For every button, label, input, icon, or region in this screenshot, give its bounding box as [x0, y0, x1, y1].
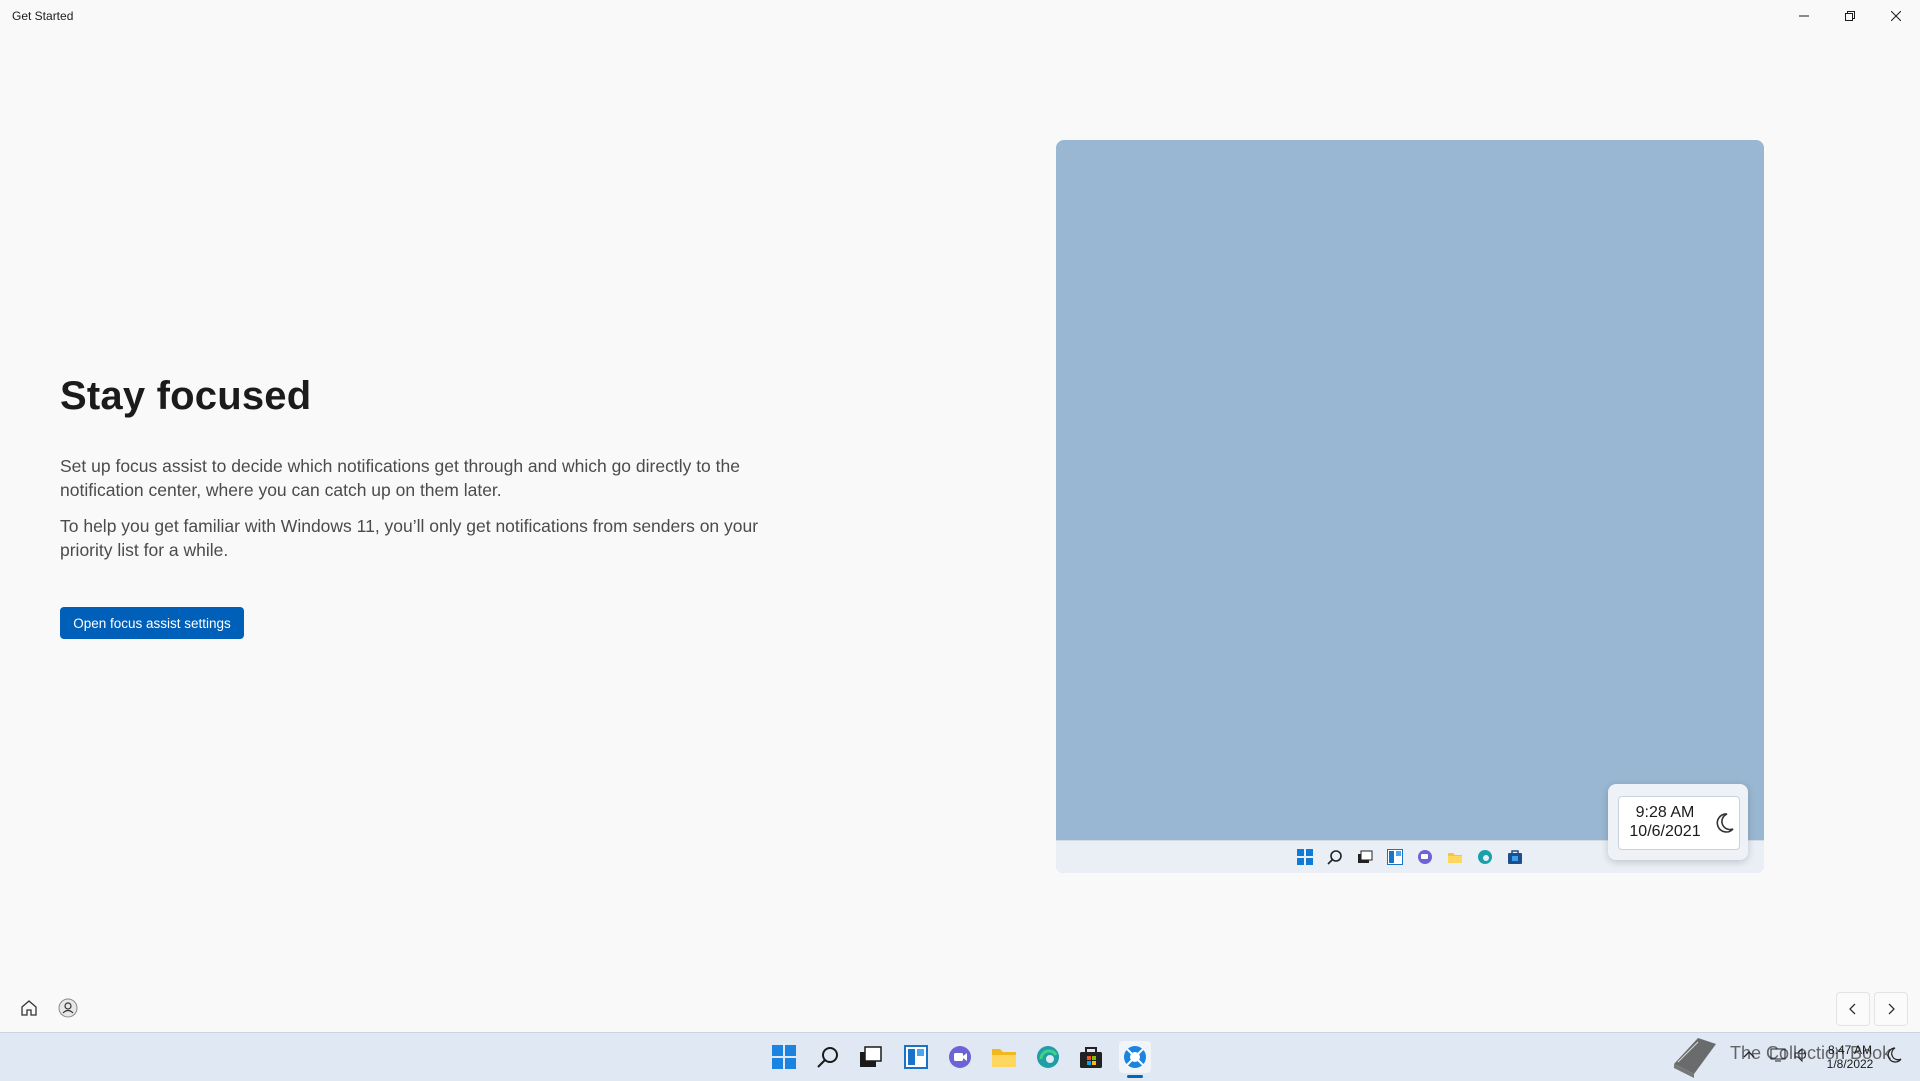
start-icon	[1295, 847, 1315, 867]
restore-icon	[1845, 11, 1855, 21]
tray-overflow-button[interactable]	[1742, 1048, 1756, 1067]
moon-icon	[1716, 813, 1734, 833]
chat-icon	[949, 1046, 971, 1068]
task-view-icon	[1355, 847, 1375, 867]
description-paragraph: Set up focus assist to decide which noti…	[60, 456, 740, 500]
home-icon	[21, 1000, 37, 1016]
account-button[interactable]	[54, 994, 82, 1022]
illustration-date: 10/6/2021	[1629, 823, 1701, 840]
description-paragraph-2: To help you get familiar with Windows 11…	[60, 516, 759, 560]
tray-time: 8:47 AM	[1827, 1043, 1873, 1057]
illustration-time: 9:28 AM	[1635, 804, 1695, 821]
clock-panel: 9:28 AM 10/6/2021	[1618, 796, 1740, 850]
taskbar-file-explorer[interactable]	[988, 1041, 1020, 1073]
account-icon	[58, 998, 78, 1018]
focus-assist-illustration: 9:28 AM 10/6/2021	[1056, 140, 1764, 873]
chat-icon	[1415, 847, 1435, 867]
store-icon	[1080, 1047, 1102, 1068]
home-button[interactable]	[15, 994, 43, 1022]
open-focus-assist-settings-button[interactable]: Open focus assist settings	[60, 607, 244, 639]
previous-button[interactable]	[1836, 992, 1870, 1026]
restore-button[interactable]	[1827, 0, 1873, 32]
next-button[interactable]	[1874, 992, 1908, 1026]
file-explorer-icon	[992, 1049, 1016, 1067]
network-button[interactable]	[1770, 1047, 1786, 1068]
taskbar-search[interactable]	[812, 1041, 844, 1073]
task-view-icon	[860, 1046, 882, 1067]
tray-clock[interactable]: 8:47 AM 1/8/2022	[1818, 1043, 1882, 1071]
taskbar-widgets[interactable]	[900, 1041, 932, 1073]
previous-icon	[1849, 1003, 1856, 1015]
widgets-icon	[904, 1045, 928, 1069]
search-icon	[1325, 847, 1345, 867]
start-icon	[772, 1045, 796, 1069]
active-app-indicator	[1127, 1075, 1143, 1078]
taskbar-task-view[interactable]	[855, 1041, 887, 1073]
window-title: Get Started	[12, 9, 74, 23]
taskbar-chat[interactable]	[944, 1041, 976, 1073]
tray-date: 1/8/2022	[1826, 1057, 1874, 1071]
close-icon	[1891, 11, 1901, 21]
minimize-button[interactable]	[1781, 0, 1827, 32]
volume-icon	[1794, 1047, 1806, 1063]
page-title: Stay focused	[60, 374, 312, 418]
book-logo-icon	[1674, 1038, 1716, 1078]
chevron-up-icon	[1743, 1051, 1755, 1058]
taskbar-start[interactable]	[768, 1041, 800, 1073]
get-started-icon	[1124, 1046, 1146, 1068]
minimize-icon	[1799, 15, 1809, 17]
os-taskbar	[0, 1032, 1920, 1081]
network-icon	[1770, 1048, 1786, 1062]
close-button[interactable]	[1873, 0, 1919, 32]
taskbar-edge[interactable]	[1032, 1041, 1064, 1073]
title-bar: Get Started	[0, 0, 1920, 32]
search-icon	[817, 1047, 838, 1068]
next-icon	[1888, 1003, 1895, 1015]
store-icon	[1505, 847, 1525, 867]
focus-moon-icon	[1887, 1047, 1902, 1063]
taskbar-store[interactable]	[1075, 1041, 1107, 1073]
widgets-icon	[1385, 847, 1405, 867]
volume-button[interactable]	[1794, 1047, 1810, 1068]
notifications-button[interactable]	[1886, 1047, 1902, 1068]
taskbar-get-started[interactable]	[1119, 1041, 1151, 1073]
edge-icon	[1475, 847, 1495, 867]
edge-icon	[1037, 1046, 1059, 1068]
focus-assist-clock-card: 9:28 AM 10/6/2021	[1608, 784, 1748, 860]
file-explorer-icon	[1445, 847, 1465, 867]
